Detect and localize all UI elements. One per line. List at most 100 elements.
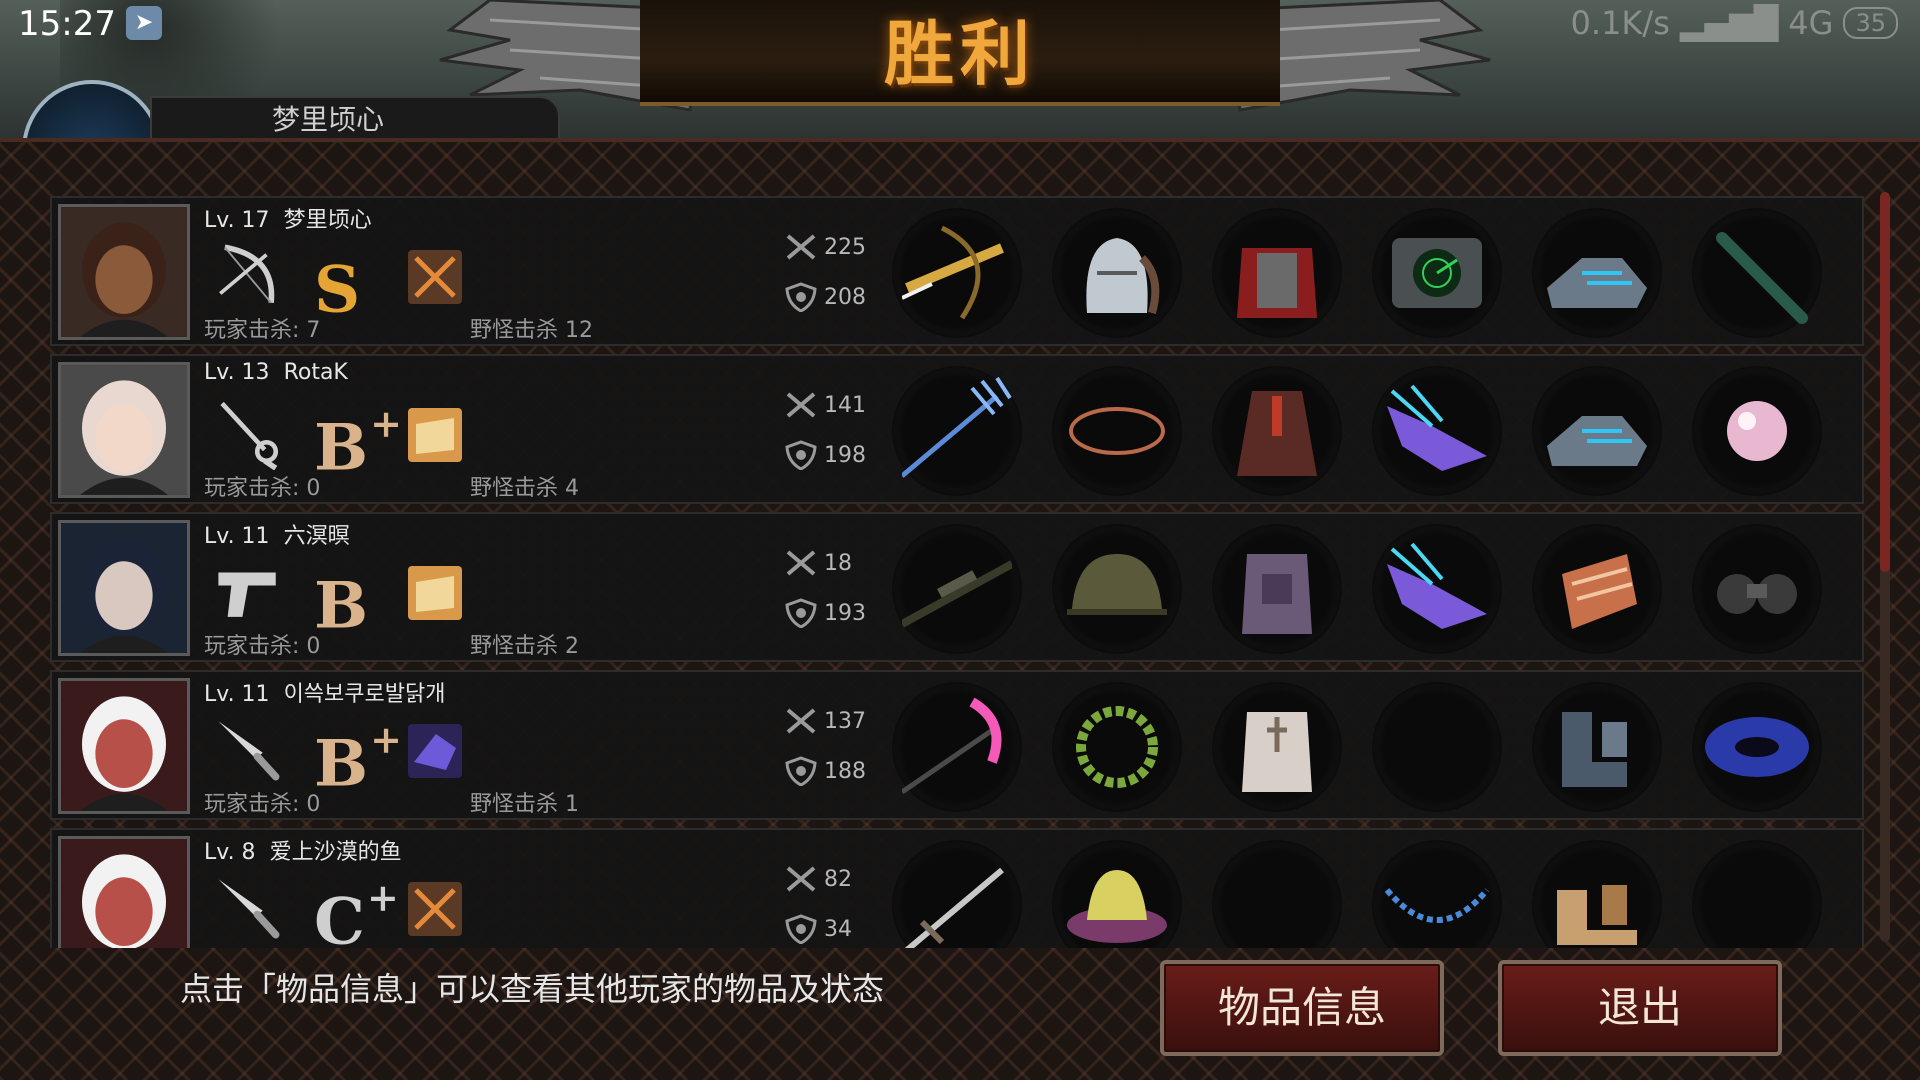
equipment-slot[interactable] [1532, 682, 1662, 812]
kill-value: 225 [824, 234, 866, 260]
portrait-image [61, 681, 187, 811]
binoculars-icon [1717, 574, 1797, 614]
player-row[interactable]: Lv. 11 六溟暝 B 玩家击杀: 0 野怪击杀 2 18 193 [50, 512, 1864, 662]
white-armor-icon [1242, 712, 1312, 792]
grade-plus: + [370, 401, 402, 446]
equipment-slot[interactable] [1212, 524, 1342, 654]
battery-icon: 35 [1843, 7, 1898, 39]
portrait-image [61, 839, 187, 948]
crossed-swords-icon [786, 550, 816, 576]
flute-icon [1716, 232, 1808, 324]
equipment-slot[interactable] [1052, 208, 1182, 338]
player-portrait[interactable] [58, 520, 190, 656]
equipment-slot[interactable] [892, 840, 1022, 948]
player-grade: B [314, 552, 370, 646]
equipment-slot[interactable] [892, 524, 1022, 654]
footer-hint: 点击「物品信息」可以查看其他玩家的物品及状态 [180, 970, 885, 1008]
shield-icon [785, 598, 817, 628]
equipment-slot[interactable] [1052, 840, 1182, 948]
rapier-icon [220, 401, 279, 470]
grade-letter: B [314, 726, 369, 802]
crossed-swords-icon [786, 392, 816, 418]
equipment-slot[interactable] [892, 208, 1022, 338]
equipment-slot[interactable] [1212, 366, 1342, 496]
equipment-slots [892, 362, 1852, 498]
player-title: Lv. 11 六溟暝 [204, 518, 350, 550]
equipment-slot[interactable] [1372, 524, 1502, 654]
equipment-slot[interactable] [1212, 208, 1342, 338]
scrollbar[interactable] [1880, 192, 1890, 942]
equipment-slot[interactable] [1052, 682, 1182, 812]
player-level: Lv. 17 [204, 208, 270, 233]
pistol-icon [218, 572, 276, 617]
player-grade: B+ [314, 710, 402, 804]
equipment-slot[interactable] [1372, 840, 1502, 948]
laurel-wreath-icon [1076, 706, 1158, 788]
knight-helmet-icon [1086, 238, 1160, 315]
equipment-slot[interactable] [1692, 840, 1822, 948]
grade-letter: C [314, 884, 365, 948]
player-kills: 玩家击杀: 0 [204, 792, 321, 817]
player-row[interactable]: Lv. 8 爱上沙漠的鱼 C+ 82 34 [50, 828, 1864, 948]
victory-banner: 胜利 [640, 0, 1280, 106]
victory-title: 胜利 [884, 12, 1036, 95]
kill-value: 141 [824, 392, 866, 418]
player-list[interactable]: Lv. 17 梦里顷心 S 玩家击杀: 7 野怪击杀 12 225 208 Lv… [50, 196, 1864, 948]
long-sword-icon [905, 867, 1004, 948]
equipment-slot[interactable] [1692, 682, 1822, 812]
player-level: Lv. 11 [204, 682, 270, 707]
player-portrait[interactable] [58, 362, 190, 498]
kill-stat: 225 [784, 232, 866, 262]
equipment-slot[interactable] [1212, 840, 1342, 948]
player-portrait[interactable] [58, 678, 190, 814]
crossed-swords-icon [786, 866, 816, 892]
purple-box-icon [408, 724, 462, 778]
player-grade: C+ [314, 868, 399, 948]
equipment-slot[interactable] [892, 682, 1022, 812]
player-title: Lv. 17 梦里顷心 [204, 202, 372, 234]
kill-stat: 82 [784, 864, 852, 894]
monster-kills: 野怪击杀 2 [470, 634, 579, 659]
defense-value: 34 [824, 916, 852, 942]
equipment-slot[interactable] [1052, 366, 1182, 496]
defense-stat: 198 [784, 440, 866, 470]
shield-icon [785, 440, 817, 470]
player-name: 梦里顷心 [283, 208, 372, 233]
exit-button[interactable]: 退出 [1498, 960, 1782, 1056]
equipment-slot[interactable] [1692, 208, 1822, 338]
radar-device-icon [1392, 238, 1482, 308]
player-row[interactable]: Lv. 17 梦里顷心 S 玩家击杀: 7 野怪击杀 12 225 208 [50, 196, 1864, 346]
signal-icon: ▂▄▆█ [1679, 4, 1779, 42]
equipment-slot[interactable] [1372, 208, 1502, 338]
shield-icon [785, 282, 817, 312]
player-row[interactable]: Lv. 11 이쓱보쿠로발닭개 B+ 玩家击杀: 0 野怪击杀 1 137 188 [50, 670, 1864, 820]
item-info-button[interactable]: 物品信息 [1160, 960, 1444, 1056]
equipment-slot[interactable] [1532, 524, 1662, 654]
player-row[interactable]: Lv. 13 RotaK B+ 玩家击杀: 0 野怪击杀 4 141 198 [50, 354, 1864, 504]
equipment-slot[interactable] [1532, 208, 1662, 338]
purple-dragon-claw-icon [1387, 542, 1487, 629]
equipment-slot[interactable] [1692, 366, 1822, 496]
scrollbar-thumb[interactable] [1880, 192, 1890, 572]
equipment-slot[interactable] [1212, 682, 1342, 812]
monster-kills: 野怪击杀 12 [470, 318, 593, 343]
defense-value: 188 [824, 758, 866, 784]
player-grade: B+ [314, 394, 402, 488]
equipment-slot[interactable] [892, 366, 1022, 496]
crossed-swords-icon [786, 234, 816, 260]
equipment-slot[interactable] [1372, 366, 1502, 496]
grade-letter: S [314, 252, 361, 328]
equipment-slot[interactable] [1052, 524, 1182, 654]
player-portrait[interactable] [58, 836, 190, 948]
equipment-slot[interactable] [1372, 682, 1502, 812]
copper-ring-icon [1069, 407, 1165, 455]
defense-stat: 193 [784, 598, 866, 628]
player-portrait[interactable] [58, 204, 190, 340]
equipment-slot[interactable] [1532, 366, 1662, 496]
defense-value: 208 [824, 284, 866, 310]
leather-box-icon [408, 566, 462, 620]
equipment-slot[interactable] [1532, 840, 1662, 948]
grade-letter: B [314, 568, 369, 644]
equipment-slot[interactable] [1692, 524, 1822, 654]
kill-value: 82 [824, 866, 852, 892]
